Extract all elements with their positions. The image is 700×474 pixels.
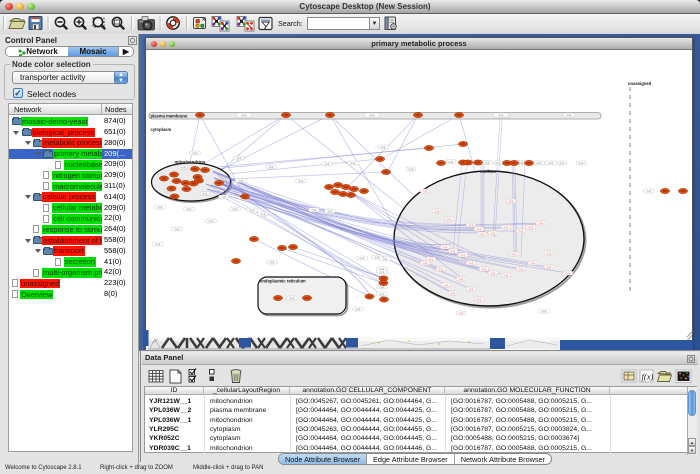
svg-text:(x,x): (x,x) xyxy=(539,222,544,225)
svg-text:(x,x): (x,x) xyxy=(509,200,514,203)
svg-text:(x,x): (x,x) xyxy=(380,286,385,289)
svg-text:(x,x): (x,x) xyxy=(203,193,208,196)
svg-text:(x,x): (x,x) xyxy=(261,213,266,216)
svg-text:(x,x): (x,x) xyxy=(451,250,456,253)
svg-text:(x,x): (x,x) xyxy=(447,218,452,221)
svg-text:(x,x): (x,x) xyxy=(504,226,509,229)
svg-text:(x,x): (x,x) xyxy=(531,262,536,265)
svg-text:(x,x): (x,x) xyxy=(435,210,440,213)
svg-text:(x,x): (x,x) xyxy=(477,298,482,301)
svg-text:(x,x): (x,x) xyxy=(496,162,501,165)
svg-text:(x,x): (x,x) xyxy=(429,258,434,261)
svg-text:(x,x): (x,x) xyxy=(482,268,487,271)
svg-text:(x,x): (x,x) xyxy=(444,284,449,287)
svg-text:(x,x): (x,x) xyxy=(537,162,542,165)
svg-text:(x,x): (x,x) xyxy=(380,293,385,296)
svg-text:(x,x): (x,x) xyxy=(242,114,247,117)
svg-text:(x,x): (x,x) xyxy=(451,292,456,295)
svg-text:(x,x): (x,x) xyxy=(380,271,385,274)
svg-text:(x,x): (x,x) xyxy=(181,166,186,169)
svg-text:(x,x): (x,x) xyxy=(209,220,214,223)
svg-text:(x,x): (x,x) xyxy=(290,297,295,300)
svg-text:(x,x): (x,x) xyxy=(560,162,565,165)
svg-text:(x,x): (x,x) xyxy=(325,163,330,166)
svg-text:(x,x): (x,x) xyxy=(519,268,524,271)
svg-text:f(x): f(x) xyxy=(642,372,654,382)
svg-text:(x,x): (x,x) xyxy=(409,168,414,171)
svg-text:(x,x): (x,x) xyxy=(351,162,356,165)
svg-text:(x,x): (x,x) xyxy=(519,230,524,233)
svg-text:(x,x): (x,x) xyxy=(504,274,509,277)
svg-text:(x,x): (x,x) xyxy=(269,166,274,169)
svg-text:(x,x): (x,x) xyxy=(175,228,180,231)
svg-text:(x,x): (x,x) xyxy=(469,262,474,265)
svg-text:(x,x): (x,x) xyxy=(439,268,444,271)
svg-text:(x,x): (x,x) xyxy=(370,114,375,117)
svg-text:(x,x): (x,x) xyxy=(423,262,428,265)
svg-text:(x,x): (x,x) xyxy=(222,196,227,199)
svg-text:(x,x): (x,x) xyxy=(233,208,238,211)
svg-text:(x,x): (x,x) xyxy=(156,243,161,246)
svg-text:(x,x): (x,x) xyxy=(547,252,552,255)
svg-text:(x,x): (x,x) xyxy=(312,209,317,212)
svg-text:(x,x): (x,x) xyxy=(491,232,496,235)
svg-text:(x,x): (x,x) xyxy=(443,246,448,249)
svg-text:(x,x): (x,x) xyxy=(529,226,534,229)
svg-text:(x,x): (x,x) xyxy=(519,162,524,165)
svg-text:(x,x): (x,x) xyxy=(647,190,652,193)
svg-text:(x,x): (x,x) xyxy=(480,233,485,236)
svg-text:(x,x): (x,x) xyxy=(477,228,482,231)
svg-text:(x,x): (x,x) xyxy=(270,261,275,264)
svg-text:(x,x): (x,x) xyxy=(485,162,490,165)
svg-text:mitochondrion: mitochondrion xyxy=(175,160,206,165)
svg-text:(x,x): (x,x) xyxy=(299,180,304,183)
svg-text:(x,x): (x,x) xyxy=(566,272,571,275)
svg-text:(x,x): (x,x) xyxy=(579,162,584,165)
svg-text:(x,x): (x,x) xyxy=(459,278,464,281)
svg-text:(x,x): (x,x) xyxy=(449,161,454,164)
svg-text:(x,x): (x,x) xyxy=(237,157,242,160)
svg-text:plasma membrane: plasma membrane xyxy=(151,114,188,119)
svg-text:(x,x): (x,x) xyxy=(328,210,333,213)
svg-text:(x,x): (x,x) xyxy=(491,272,496,275)
svg-text:cytoplasm: cytoplasm xyxy=(151,127,172,132)
svg-text:(x,x): (x,x) xyxy=(356,308,361,311)
svg-text:(x,x): (x,x) xyxy=(549,162,554,165)
svg-text:unassigned: unassigned xyxy=(628,81,652,86)
svg-text:(x,x): (x,x) xyxy=(383,258,388,261)
svg-text:(x,x): (x,x) xyxy=(567,114,572,117)
svg-text:(x,x): (x,x) xyxy=(547,266,552,269)
svg-text:(x,x): (x,x) xyxy=(158,206,163,209)
svg-text:(x,x): (x,x) xyxy=(239,180,244,183)
svg-text:(x,x): (x,x) xyxy=(512,253,517,256)
svg-text:(x,x): (x,x) xyxy=(360,257,365,260)
svg-text:(x,x): (x,x) xyxy=(375,256,380,259)
svg-text:(x,x): (x,x) xyxy=(499,114,504,117)
svg-text:endoplasmic reticulum: endoplasmic reticulum xyxy=(260,279,306,284)
svg-text:(x,x): (x,x) xyxy=(381,146,386,149)
svg-text:(x,x): (x,x) xyxy=(250,209,255,212)
svg-text:(x,x): (x,x) xyxy=(423,190,428,193)
svg-text:(x,x): (x,x) xyxy=(461,254,466,257)
svg-text:(x,x): (x,x) xyxy=(469,288,474,291)
svg-text:(x,x): (x,x) xyxy=(542,310,547,313)
svg-text:(x,x): (x,x) xyxy=(187,208,192,211)
svg-text:(x,x): (x,x) xyxy=(469,224,474,227)
svg-text:(x,x): (x,x) xyxy=(193,152,198,155)
svg-text:(x,x): (x,x) xyxy=(459,312,464,315)
